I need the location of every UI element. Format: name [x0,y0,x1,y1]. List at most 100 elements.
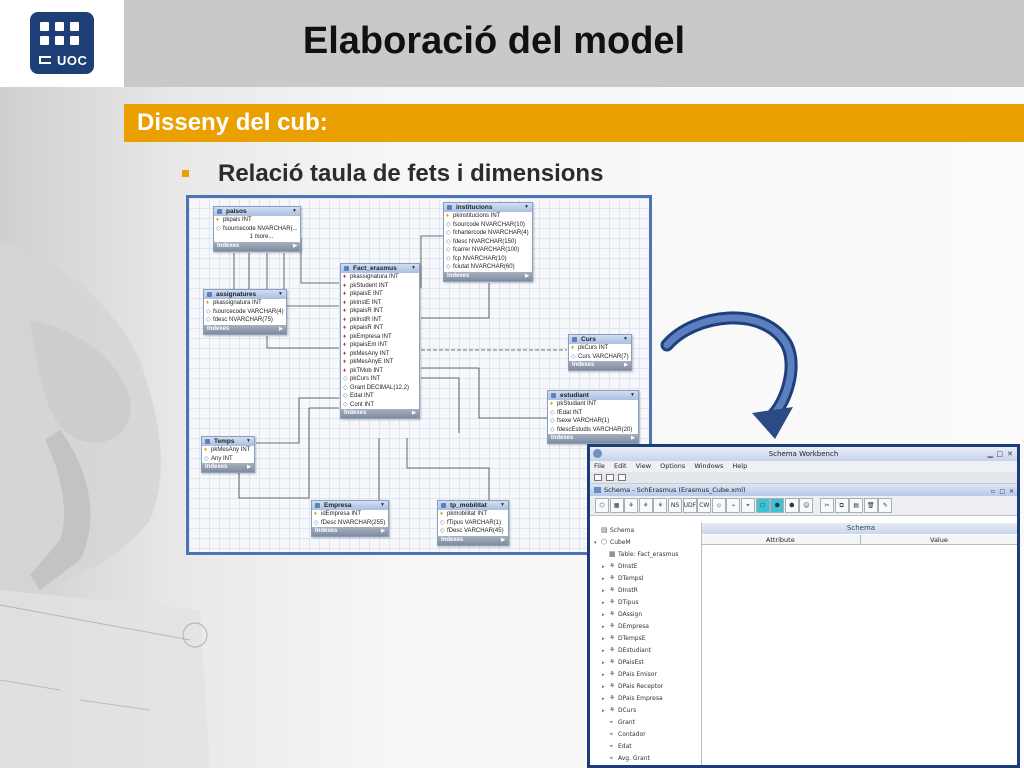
column-header-attribute[interactable]: Attribute [766,535,795,545]
role-icon[interactable]: ☺ [799,498,814,513]
maximize-icon[interactable]: □ [996,450,1003,458]
expand-toggle-icon[interactable]: ▸ [602,670,609,681]
close-icon[interactable]: ✕ [1007,450,1013,458]
copy-icon[interactable]: ⧉ [834,498,849,513]
cube-wizard-icon[interactable]: CW [697,498,712,513]
open-icon[interactable] [606,474,614,481]
expand-toggle-icon[interactable]: ▸ [602,682,609,693]
table-indexes-footer[interactable]: Indexes [341,409,419,418]
expand-toggle-icon[interactable]: ▸ [602,658,609,669]
save-icon[interactable] [618,474,626,481]
dimension-icon[interactable]: ⚘ [624,498,639,513]
tree-item[interactable]: ▾ ⬡ CubeM [594,537,631,548]
column-icon: ◇ [550,426,555,433]
table-assignatures[interactable]: assignatures ♦pkassignatura INT ◇fsource… [203,289,287,335]
level-icon[interactable]: ⬦ [711,498,726,513]
tree-item[interactable]: ▸ ⚘ DTipus [602,597,639,608]
tree-item[interactable]: ▤ Schema [594,525,634,536]
expand-toggle-icon[interactable]: ▸ [602,598,609,609]
table-indexes-footer[interactable]: Indexes [204,324,286,334]
expand-toggle-icon[interactable]: ▸ [602,646,609,657]
table-indexes-footer[interactable]: Indexes [444,271,532,281]
virtual-cube-icon[interactable]: ⬡ [755,498,770,513]
paste-icon[interactable]: ▤ [849,498,864,513]
table-indexes-footer[interactable]: Indexes [438,535,508,545]
table-indexes-footer[interactable]: Indexes [202,463,254,472]
table-column: ◇ fEdat INT [550,409,583,416]
expand-toggle-icon[interactable]: ▸ [602,634,609,645]
expand-toggle-icon[interactable]: ▸ [602,694,609,705]
panel-title: Schema [702,523,1017,534]
cut-icon[interactable]: ✂ [820,498,834,513]
tree-item[interactable]: ▸ ⚘ DPaisEst [602,657,644,668]
dimension-usage-icon[interactable]: ⚘ [638,498,653,513]
expand-toggle-icon[interactable]: ▸ [602,586,609,597]
table-column: ♦ pkMesAny INT [343,350,390,357]
table-fact-erasmus[interactable]: Fact_erasmus ♦pkassignatura INT ♦pkStude… [340,263,420,419]
table-indexes-footer[interactable]: Indexes [214,241,300,251]
column-icon: ◇ [550,409,555,416]
measure-icon[interactable]: ⌁ [726,498,741,513]
tree-item[interactable]: ▸ ⚘ DInstR [602,585,638,596]
delete-icon[interactable]: 🗑 [863,498,878,513]
schema-toolbar: ⬡ ▦ ⚘ ⚘ ⚘ NS UDF CW ⬦ ⌁ ⌖ ⬡ ⬢ ⬢ ☺ ✂ ⧉ ▤ 🗑 ✎ [590,496,1017,516]
menu-view[interactable]: View [636,462,651,470]
table-column: ◇ fciutat NVARCHAR(60) [446,264,515,270]
calc-member-icon[interactable]: ⌖ [741,498,755,513]
menu-file[interactable]: File [594,462,605,470]
tree-item[interactable]: ⌁ Grant [602,717,635,728]
menu-windows[interactable]: Windows [694,462,723,470]
tree-item[interactable]: ▸ ⚘ DTempsE [602,633,646,644]
table-estudiant[interactable]: estudiant ♦pkStudiant INT ◇fEdat INT ◇fs… [547,390,639,444]
virtual-measure-icon[interactable]: ⬢ [784,498,799,513]
cube-icon[interactable]: ⬡ [595,498,609,513]
table-indexes-footer[interactable]: Indexes [548,434,638,443]
tree-item[interactable]: ▸ ⚘ DPais Receptor [602,681,663,692]
tree-item[interactable]: ▸ ⚘ DTempsI [602,573,644,584]
primary-key-icon: ♦ [314,511,318,517]
table-tp-mobilitat[interactable]: tp_mobilitat ♦pkmobilitat INT ◇fTipus VA… [437,500,509,546]
table-column: ♦ pkassignatura INT [343,274,399,280]
menu-help[interactable]: Help [732,462,747,470]
tree-item[interactable]: ⌁ Avg. Grant [602,753,650,764]
table-paisos[interactable]: paisos ♦pkpais INT ◇fsourcecode NVARCHAR… [213,206,301,252]
udf-icon[interactable]: UDF [682,498,697,513]
minimize-icon[interactable]: ▁ [988,450,993,458]
table-icon[interactable]: ▦ [609,498,624,513]
table-column: ♦ pkpais INT [216,217,252,223]
tree-item[interactable]: ▸ ⚘ DPais Emisor [602,669,657,680]
expand-toggle-icon[interactable]: ▸ [602,622,609,633]
menu-options[interactable]: Options [660,462,685,470]
expand-toggle-icon[interactable]: ▾ [594,538,601,549]
expand-toggle-icon[interactable]: ▸ [602,610,609,621]
table-column: ♦ pkpaisE INT [343,291,383,297]
table-column: ◇ Edat INT [343,393,374,399]
table-institucions[interactable]: institucions ♦pkinstitucions INT ◇fsourc… [443,202,533,282]
tree-item[interactable]: ⌁ Contador [602,729,646,740]
table-indexes-footer[interactable]: Indexes [569,361,631,370]
named-set-icon[interactable]: NS [668,498,682,513]
tree-item[interactable]: ▸ ⚘ DPais Empresa [602,693,663,704]
table-temps[interactable]: Temps ♦pkMesAny INT ◇Any INT Indexes [201,436,255,473]
expand-toggle-icon[interactable]: ▸ [602,562,609,573]
tree-item[interactable]: ▸ ⚘ DEstudiant [602,645,651,656]
table-empresa[interactable]: Empresa ♦idEmpresa INT ◇fDesc NVARCHAR(2… [311,500,389,537]
hierarchy-icon[interactable]: ⚘ [653,498,668,513]
virtual-dimension-icon[interactable]: ⬢ [770,498,785,513]
expand-toggle-icon[interactable]: ▸ [602,706,609,717]
new-icon[interactable] [594,474,602,481]
tree-item[interactable]: ▸ ⚘ DEmpresa [602,621,649,632]
tree-item[interactable]: ▸ ⚘ DAssign [602,609,642,620]
table-indexes-footer[interactable]: Indexes [312,527,388,536]
tree-item-label: DCurs [618,707,637,714]
table-column: ◇ Any INT [204,455,233,462]
expand-toggle-icon[interactable]: ▸ [602,574,609,585]
table-curs[interactable]: Curs ♦pkCurs INT ◇Curs VARCHAR(7) Indexe… [568,334,632,371]
tree-item[interactable]: ▸ ⚘ DCurs [602,705,636,716]
column-header-value[interactable]: Value [930,535,948,545]
tree-item[interactable]: ▦ Table: Fact_erasmus [602,549,678,560]
tree-item[interactable]: ⌁ Edat [602,741,632,752]
menu-edit[interactable]: Edit [614,462,627,470]
tree-item[interactable]: ▸ ⚘ DInstE [602,561,637,572]
edit-icon[interactable]: ✎ [878,498,893,513]
